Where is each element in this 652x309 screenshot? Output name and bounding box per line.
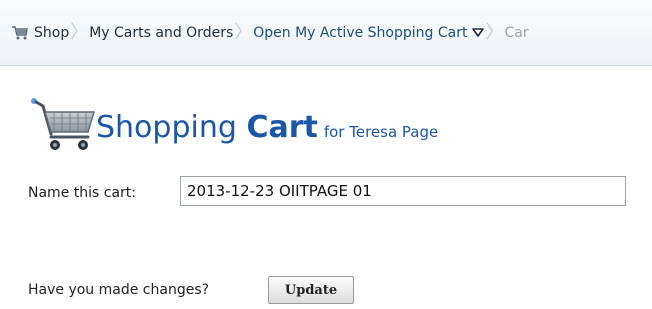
cart-name-input[interactable] [180,176,626,206]
page-title-user: for Teresa Page [323,123,439,141]
cart-name-label: Name this cart: [28,185,136,201]
breadcrumb-item-my-carts[interactable]: My Carts and Orders [89,25,233,41]
caret-down-icon[interactable] [472,28,485,38]
page-title: Shopping Cart for Teresa Page [96,110,438,150]
page-title-shopping: Shopping [96,110,237,145]
breadcrumb-separator: 〉 [485,22,504,43]
breadcrumb-item-label: Car [504,25,529,41]
breadcrumb-item-label: Open My Active Shopping Cart [253,25,468,41]
changes-prompt-label: Have you made changes? [28,282,210,298]
breadcrumb-separator: 〉 [234,22,253,43]
update-button[interactable]: Update [268,276,354,304]
breadcrumb: Shop 〉 My Carts and Orders 〉 Open My Act… [0,0,652,66]
page-title-cart: Cart [246,110,318,145]
breadcrumb-item-label: My Carts and Orders [89,25,234,41]
breadcrumb-trail: Shop 〉 My Carts and Orders 〉 Open My Act… [12,22,529,44]
shopping-cart-icon [31,98,96,150]
shopping-cart-icon [12,26,28,40]
breadcrumb-item-shop[interactable]: Shop [12,25,69,41]
breadcrumb-item-label: Shop [34,25,70,41]
breadcrumb-item-cart[interactable]: Car [504,25,528,41]
breadcrumb-separator: 〉 [70,22,89,43]
breadcrumb-item-open-active-cart[interactable]: Open My Active Shopping Cart [253,25,485,41]
